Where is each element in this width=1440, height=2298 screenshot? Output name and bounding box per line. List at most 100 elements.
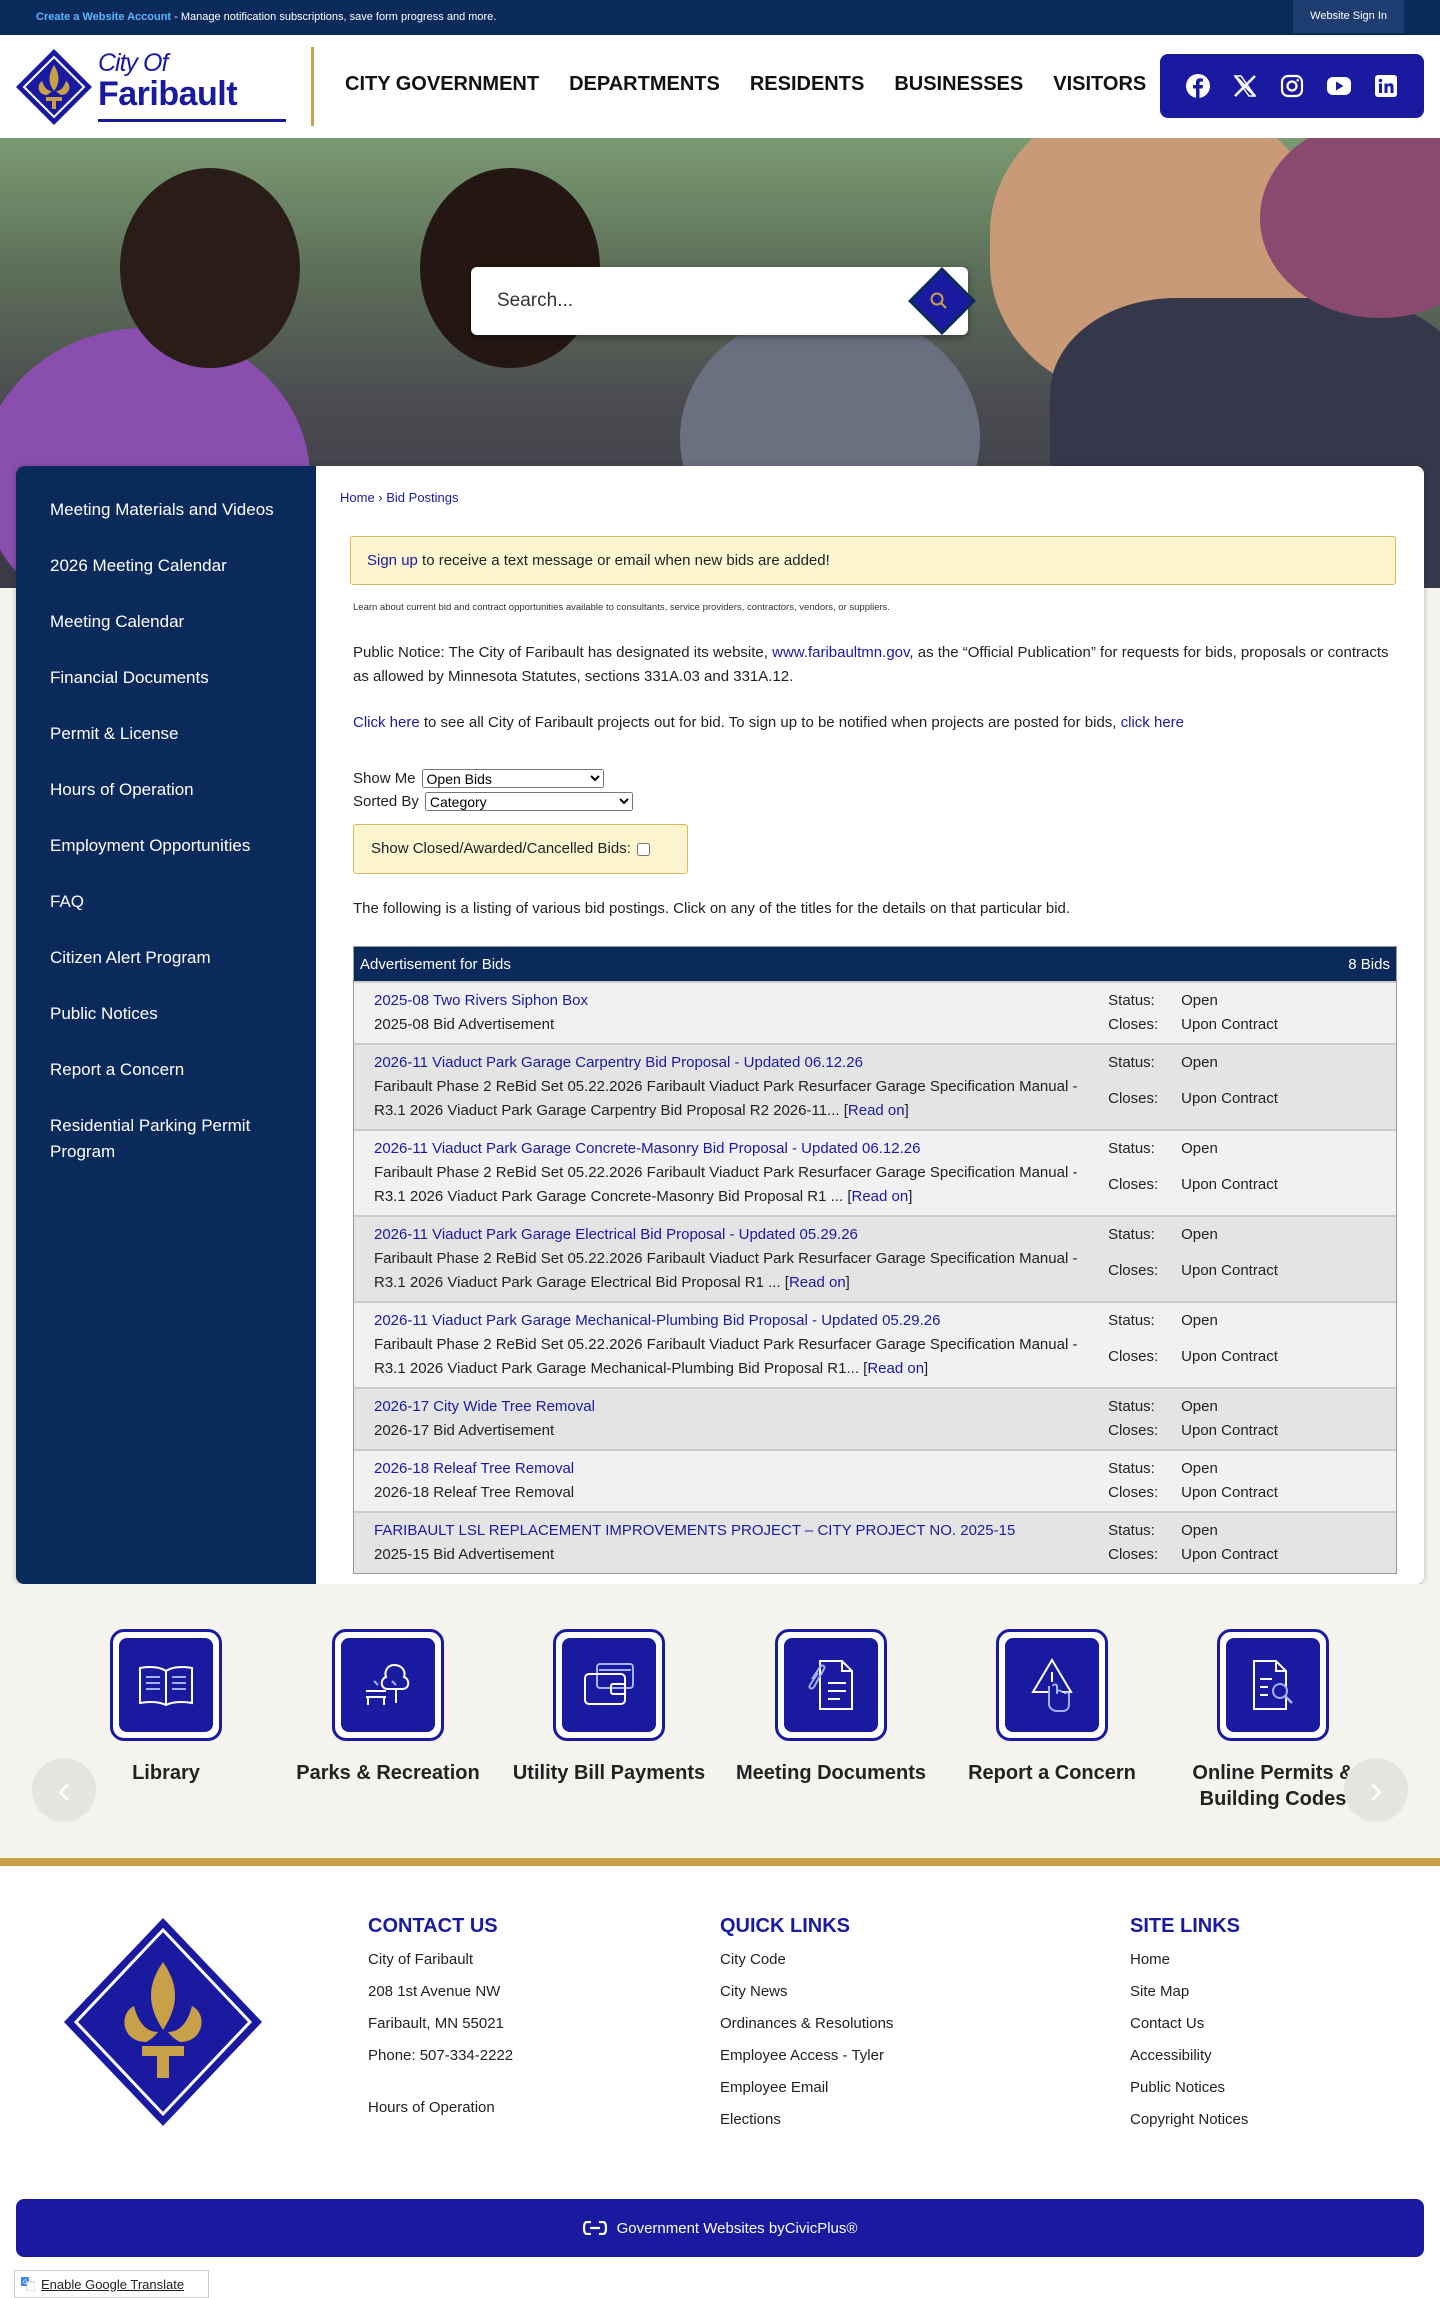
bid-info: 2026-17 City Wide Tree Removal 2026-17 Bi… — [374, 1395, 1108, 1443]
sign-in-button[interactable]: Website Sign In — [1293, 0, 1404, 33]
google-translate-button[interactable]: G Enable Google Translate — [14, 2270, 209, 2298]
bid-status: Status: Open Closes: Upon Contract — [1108, 1223, 1376, 1295]
sidebar-item-employment[interactable]: Employment Opportunities — [16, 833, 316, 859]
nav-businesses[interactable]: BUSINESSES — [894, 73, 1023, 96]
footer-link[interactable]: Ordinances & Resolutions — [720, 2008, 893, 2040]
quick-link-online-permits[interactable]: Online Permits & Building Codes — [1173, 1629, 1373, 1812]
footer-link[interactable]: Site Map — [1130, 1976, 1248, 2008]
status-label: Status: — [1108, 1054, 1155, 1071]
sidebar: Meeting Materials and Videos 2026 Meetin… — [16, 466, 316, 1584]
bid-title-link[interactable]: 2025-08 Two Rivers Siphon Box — [374, 992, 588, 1009]
show-me-select[interactable]: Open Bids — [421, 769, 604, 788]
breadcrumb-current[interactable]: Bid Postings — [386, 490, 458, 505]
closes-value: Upon Contract — [1181, 1262, 1278, 1279]
closes-value: Upon Contract — [1181, 1016, 1278, 1033]
park-icon — [366, 1663, 410, 1705]
sidebar-item-report-concern[interactable]: Report a Concern — [16, 1057, 316, 1083]
footer-logo-icon[interactable] — [58, 1914, 268, 2134]
show-closed-checkbox[interactable] — [636, 842, 650, 856]
sidebar-item-parking-permit[interactable]: Residential Parking Permit Program — [16, 1113, 316, 1165]
sidebar-item-financial-documents[interactable]: Financial Documents — [16, 665, 316, 691]
sidebar-item-permit-license[interactable]: Permit & License — [16, 721, 316, 747]
bid-title-link[interactable]: 2026-11 Viaduct Park Garage Mechanical-P… — [374, 1312, 940, 1329]
bid-title-link[interactable]: FARIBAULT LSL REPLACEMENT IMPROVEMENTS P… — [374, 1522, 1015, 1539]
projects-text: Click here to see all City of Faribault … — [353, 714, 1184, 731]
bid-title-link[interactable]: 2026-11 Viaduct Park Garage Concrete-Mas… — [374, 1140, 920, 1157]
closes-label: Closes: — [1108, 1090, 1159, 1107]
footer-link[interactable]: Public Notices — [1130, 2072, 1248, 2104]
footer-contact: CONTACT US City of Faribault 208 1st Ave… — [368, 1914, 513, 2124]
quick-link-parks[interactable]: Parks & Recreation — [288, 1629, 488, 1786]
status-label: Status: — [1108, 1460, 1155, 1477]
footer-link[interactable]: Contact Us — [1130, 2008, 1248, 2040]
footer-link[interactable]: Employee Email — [720, 2072, 893, 2104]
quick-link-utility-bill[interactable]: Utility Bill Payments — [509, 1629, 709, 1786]
footer-link[interactable]: City Code — [720, 1944, 893, 1976]
account-message-text: - Manage notification subscriptions, sav… — [171, 11, 497, 23]
nav-departments[interactable]: DEPARTMENTS — [569, 73, 720, 96]
nav-visitors[interactable]: VISITORS — [1053, 73, 1146, 96]
read-on-link[interactable]: Read on — [867, 1360, 924, 1377]
bid-title-link[interactable]: 2026-18 Releaf Tree Removal — [374, 1460, 574, 1477]
read-on-link[interactable]: Read on — [851, 1188, 908, 1205]
sidebar-item-citizen-alert[interactable]: Citizen Alert Program — [16, 945, 316, 971]
bid-info: 2026-18 Releaf Tree Removal 2026-18 Relea… — [374, 1457, 1108, 1505]
social-links — [1160, 54, 1424, 118]
notify-link[interactable]: click here — [1121, 714, 1184, 731]
footer-link[interactable]: Employee Access - Tyler — [720, 2040, 893, 2072]
contact-heading: CONTACT US — [368, 1915, 498, 1937]
footer-link[interactable]: Accessibility — [1130, 2040, 1248, 2072]
carousel-next-button[interactable]: › — [1344, 1758, 1408, 1822]
bid-title-link[interactable]: 2026-11 Viaduct Park Garage Carpentry Bi… — [374, 1054, 863, 1071]
footer-link[interactable]: Elections — [720, 2104, 893, 2136]
civicplus-icon — [582, 2221, 607, 2235]
bid-description: Faribault Phase 2 ReBid Set 05.22.2026 F… — [374, 1164, 1078, 1205]
nav-residents[interactable]: RESIDENTS — [750, 73, 864, 96]
bid-title-link[interactable]: 2026-17 City Wide Tree Removal — [374, 1398, 595, 1415]
quick-link-report-concern[interactable]: Report a Concern — [952, 1629, 1152, 1786]
linkedin-icon[interactable] — [1372, 72, 1400, 100]
quick-link-meeting-documents[interactable]: Meeting Documents — [731, 1629, 931, 1786]
signup-link[interactable]: Sign up — [367, 552, 418, 569]
document-icon — [808, 1660, 853, 1710]
nav-city-government[interactable]: CITY GOVERNMENT — [345, 73, 539, 96]
bid-info: 2026-11 Viaduct Park Garage Carpentry Bi… — [374, 1054, 1078, 1119]
sidebar-item-faq[interactable]: FAQ — [16, 889, 316, 915]
search-input[interactable]: Search... — [497, 290, 573, 312]
sorted-by-select[interactable]: Category — [424, 792, 633, 811]
x-icon[interactable] — [1231, 72, 1259, 100]
facebook-icon[interactable] — [1184, 72, 1212, 100]
bid-filters: Show Me Open Bids Sorted By Category — [353, 767, 633, 813]
quick-link-library[interactable]: Library — [66, 1629, 266, 1786]
website-link[interactable]: www.faribaultmn.gov — [772, 644, 909, 661]
civicplus-link[interactable]: CivicPlus® — [785, 2220, 858, 2237]
footer-hours-link[interactable]: Hours of Operation — [368, 2092, 513, 2124]
sidebar-item-meeting-calendar[interactable]: Meeting Calendar — [16, 609, 316, 635]
instagram-icon[interactable] — [1278, 72, 1306, 100]
bid-title-link[interactable]: 2026-11 Viaduct Park Garage Electrical B… — [374, 1226, 858, 1243]
sidebar-item-public-notices[interactable]: Public Notices — [16, 1001, 316, 1027]
search-button[interactable] — [911, 271, 972, 331]
bid-status: Status: Open Closes: Upon Contract — [1108, 1457, 1376, 1505]
sidebar-item-hours[interactable]: Hours of Operation — [16, 777, 316, 803]
footer-link[interactable]: Home — [1130, 1944, 1248, 1976]
site-links-heading: SITE LINKS — [1130, 1915, 1241, 1937]
bid-row: 2026-18 Releaf Tree Removal 2026-18 Relea… — [354, 1449, 1396, 1511]
youtube-icon[interactable] — [1325, 72, 1353, 100]
projects-link[interactable]: Click here — [353, 714, 420, 731]
closes-value: Upon Contract — [1181, 1546, 1278, 1563]
sidebar-item-meeting-materials[interactable]: Meeting Materials and Videos — [16, 497, 316, 523]
bid-row: 2026-11 Viaduct Park Garage Concrete-Mas… — [354, 1129, 1396, 1215]
bid-description: 2025-08 Bid Advertisement — [374, 1016, 555, 1033]
read-on-link[interactable]: Read on — [789, 1274, 846, 1291]
footer-link[interactable]: City News — [720, 1976, 893, 2008]
footer-link[interactable]: Copyright Notices — [1130, 2104, 1248, 2136]
read-on-link[interactable]: Read on — [848, 1102, 905, 1119]
sidebar-item-2026-meeting-calendar[interactable]: 2026 Meeting Calendar — [16, 553, 316, 579]
bids-category: Advertisement for Bids — [360, 955, 511, 973]
create-account-link[interactable]: Create a Website Account — [36, 11, 171, 23]
city-logo[interactable]: City Of Faribault — [14, 47, 286, 127]
breadcrumb-home[interactable]: Home — [340, 490, 375, 505]
book-icon — [139, 1666, 193, 1707]
header-divider — [311, 47, 314, 126]
